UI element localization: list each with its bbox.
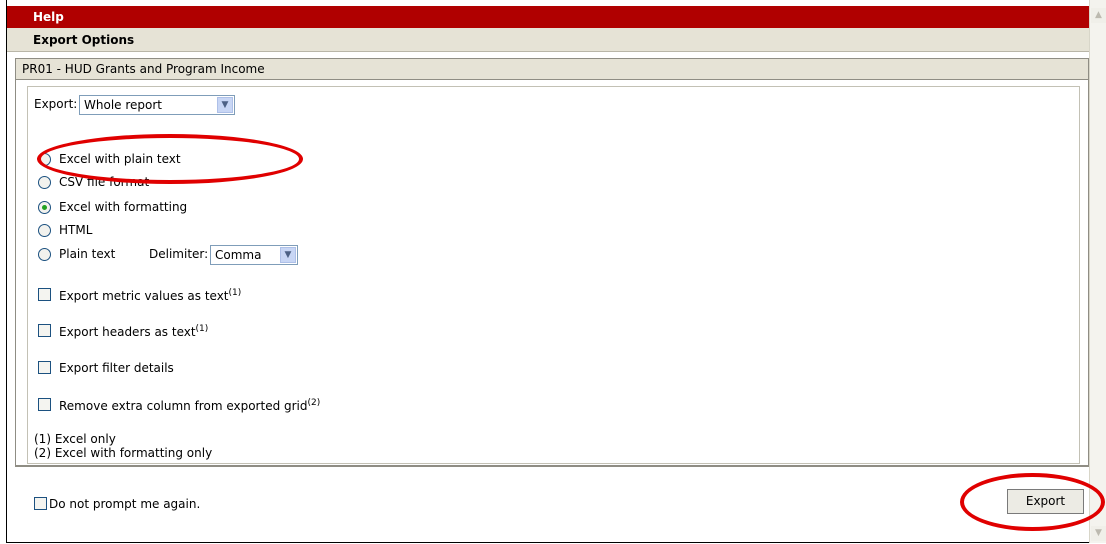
do-not-prompt-label: Do not prompt me again. bbox=[49, 497, 201, 511]
checkbox-metric-values-text[interactable] bbox=[38, 288, 51, 301]
radio-excel-formatting[interactable] bbox=[38, 201, 51, 214]
checkbox-label-filter-details: Export filter details bbox=[59, 361, 174, 375]
export-options-header: Export Options bbox=[7, 28, 1089, 52]
delimiter-label: Delimiter: bbox=[149, 247, 209, 261]
delimiter-select[interactable]: Comma ▼ bbox=[210, 245, 298, 265]
help-title-bar: Help bbox=[7, 6, 1089, 28]
footnote-1: (1) Excel only bbox=[34, 432, 116, 446]
radio-plain-text[interactable] bbox=[38, 248, 51, 261]
checkbox-text: Export metric values as text bbox=[59, 289, 229, 303]
export-dialog: Help Export Options PR01 - HUD Grants an… bbox=[6, 0, 1106, 543]
radio-label-html: HTML bbox=[59, 223, 93, 237]
chevron-down-icon[interactable]: ▼ bbox=[280, 247, 296, 263]
vertical-scrollbar[interactable]: ▲ ▼ bbox=[1089, 0, 1106, 543]
checkbox-text: Export filter details bbox=[59, 361, 174, 375]
radio-label-excel-formatting: Excel with formatting bbox=[59, 200, 188, 214]
report-name: PR01 - HUD Grants and Program Income bbox=[15, 58, 1089, 80]
checkbox-do-not-prompt[interactable] bbox=[34, 497, 47, 510]
footnote-2: (2) Excel with formatting only bbox=[34, 446, 213, 460]
radio-label-plain-text: Plain text bbox=[59, 247, 116, 261]
checkbox-label-remove-extra-column: Remove extra column from exported grid(2… bbox=[59, 398, 320, 413]
export-label: Export: bbox=[34, 97, 78, 111]
checkbox-remove-extra-column[interactable] bbox=[38, 398, 51, 411]
checkbox-headers-text[interactable] bbox=[38, 324, 51, 337]
footnote-marker: (1) bbox=[228, 288, 242, 298]
scroll-up-icon[interactable]: ▲ bbox=[1091, 8, 1106, 23]
delimiter-value: Comma bbox=[215, 248, 262, 262]
radio-csv[interactable] bbox=[38, 176, 51, 189]
scroll-down-icon[interactable]: ▼ bbox=[1091, 526, 1106, 541]
footnote-marker: (1) bbox=[195, 324, 209, 334]
annotation-ellipse-excel-plain-text bbox=[37, 134, 303, 184]
checkbox-label-headers-text: Export headers as text(1) bbox=[59, 324, 208, 339]
export-scope-value: Whole report bbox=[84, 98, 162, 112]
radio-html[interactable] bbox=[38, 224, 51, 237]
divider bbox=[15, 466, 1089, 467]
checkbox-text: Export headers as text bbox=[59, 325, 196, 339]
checkbox-label-metric-values-text: Export metric values as text(1) bbox=[59, 288, 241, 303]
export-scope-select[interactable]: Whole report ▼ bbox=[79, 95, 235, 115]
annotation-ellipse-export-button bbox=[960, 473, 1105, 531]
footnote-marker: (2) bbox=[307, 398, 321, 408]
checkbox-text: Remove extra column from exported grid bbox=[59, 399, 308, 413]
chevron-down-icon[interactable]: ▼ bbox=[217, 97, 233, 113]
checkbox-filter-details[interactable] bbox=[38, 361, 51, 374]
